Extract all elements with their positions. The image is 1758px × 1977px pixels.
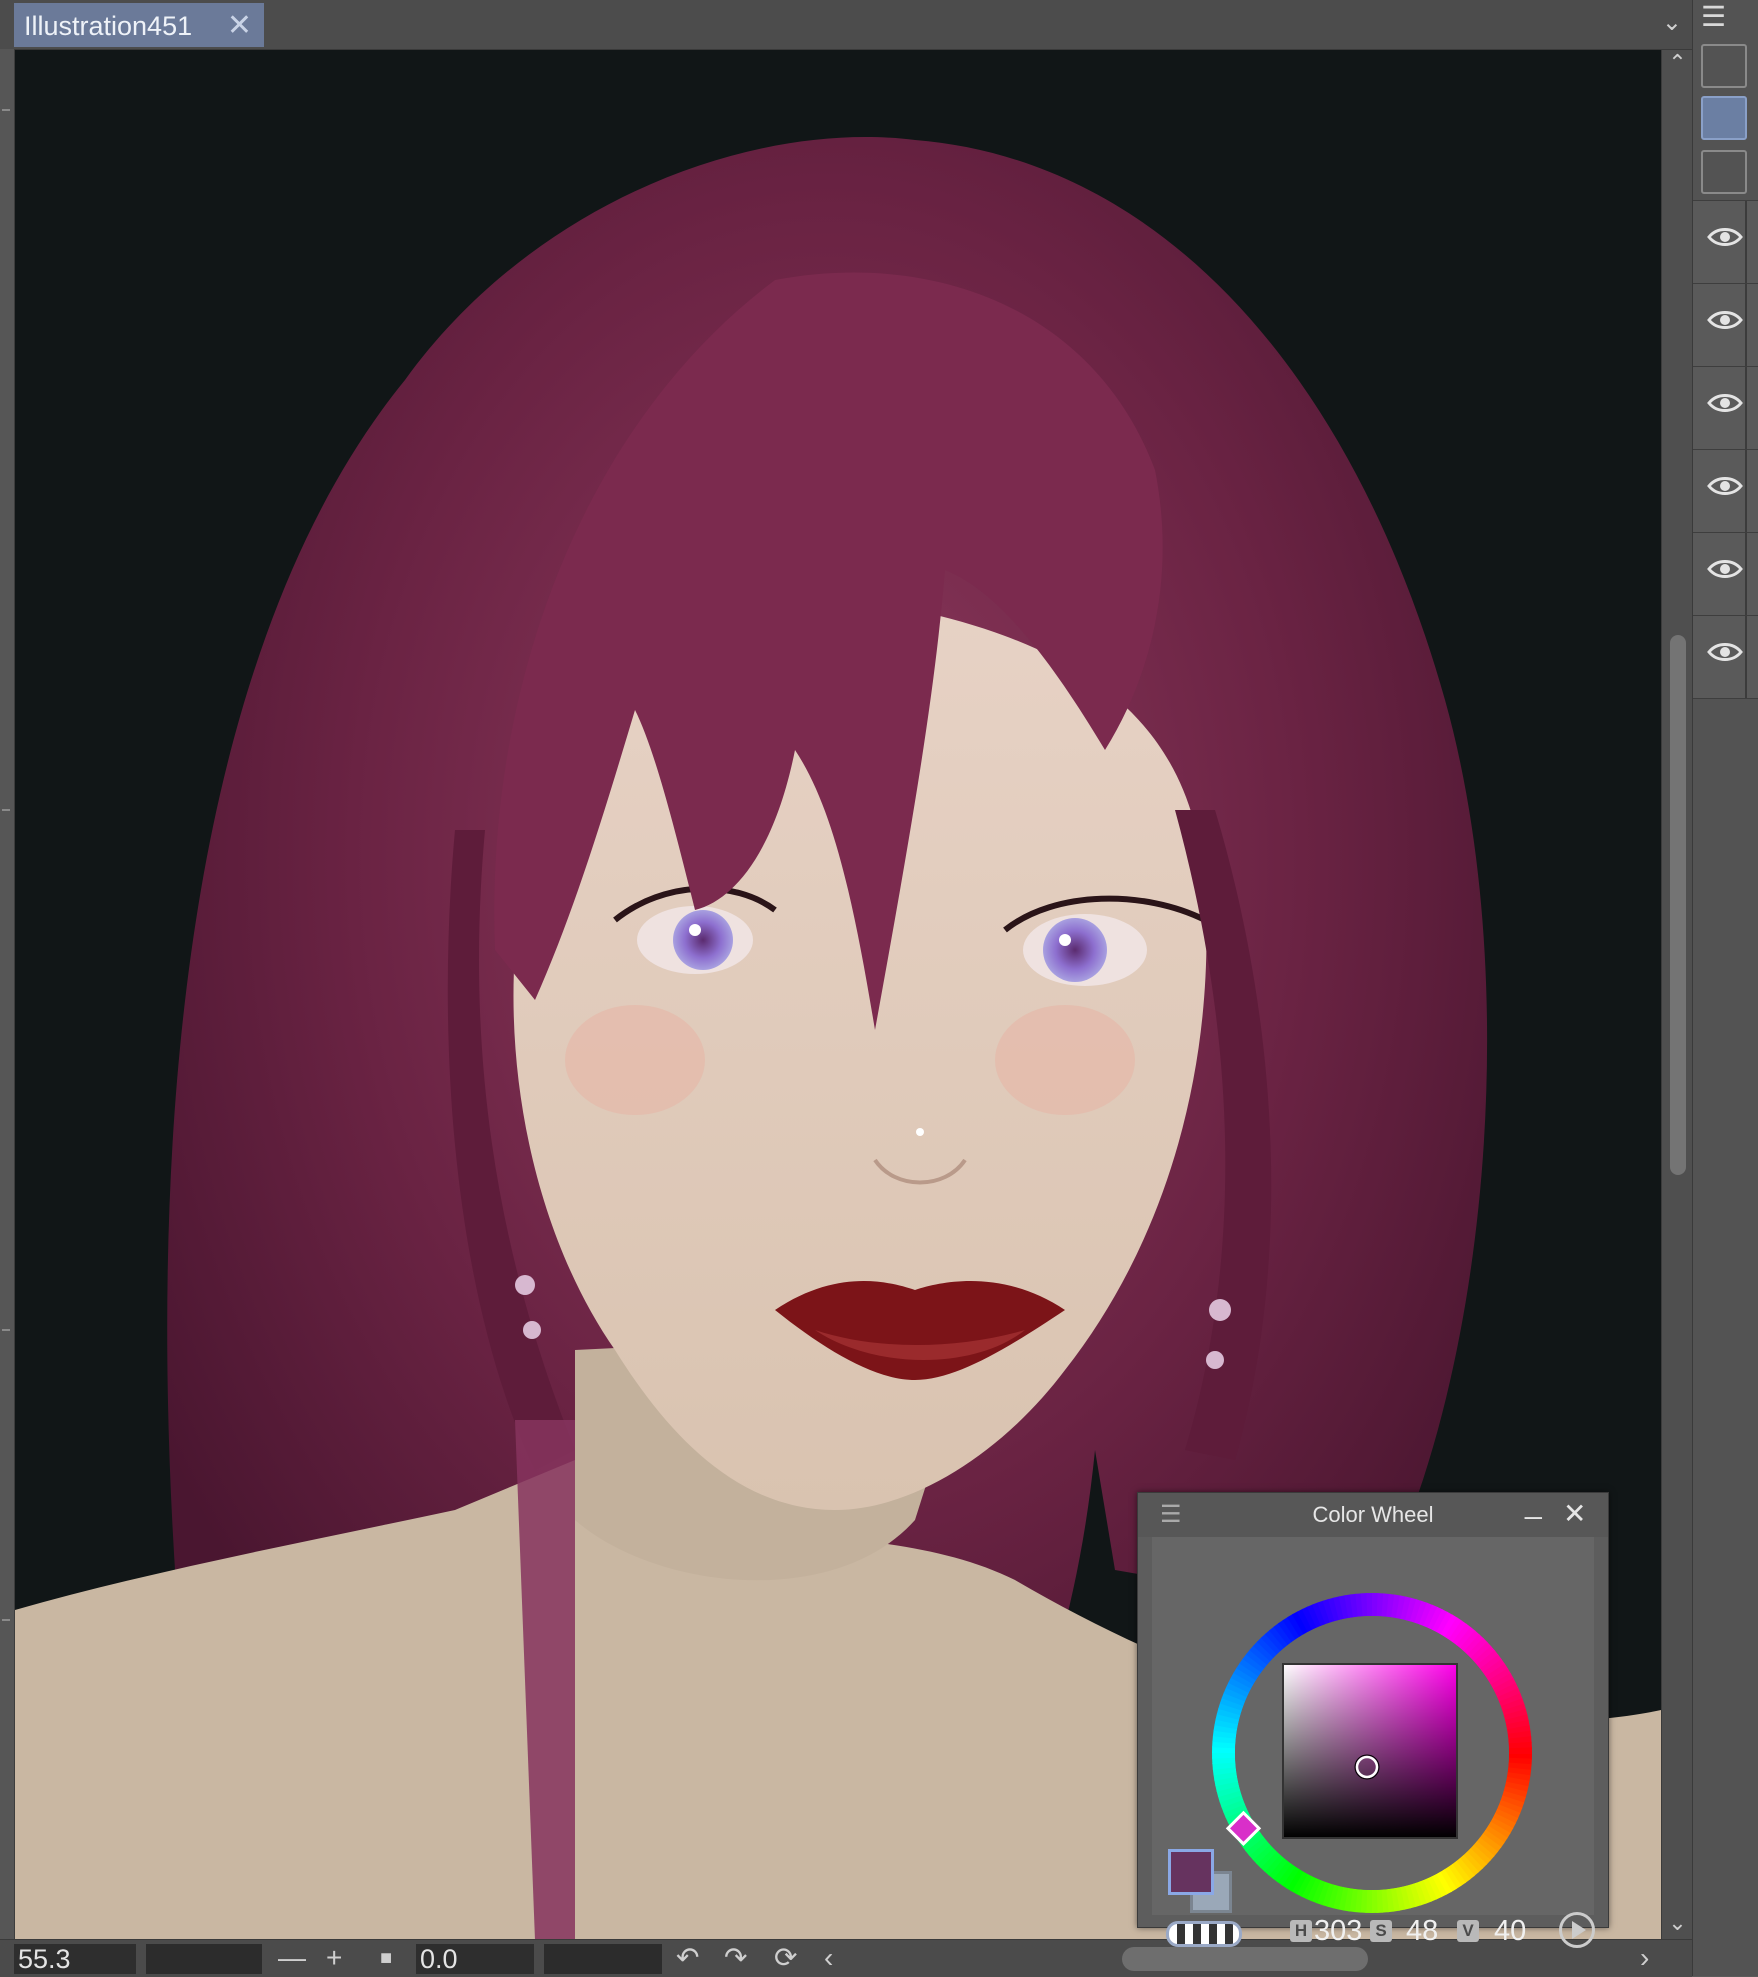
layer-row[interactable] <box>1693 283 1758 367</box>
scroll-right-icon[interactable]: › <box>1640 1941 1649 1975</box>
transparent-color-swatch[interactable] <box>1166 1921 1242 1947</box>
canvas-vertical-scrollbar[interactable]: ⌃ ⌄ <box>1661 50 1693 1940</box>
layer-visibility-eye-icon[interactable] <box>1707 391 1743 415</box>
rotate-right-icon[interactable]: ↷ <box>724 1941 747 1975</box>
panel-collapse-handle[interactable] <box>2 809 10 811</box>
tab-list-dropdown-icon[interactable]: ⌄ <box>1662 8 1682 37</box>
new-vector-layer-icon[interactable] <box>1701 150 1747 194</box>
panel-collapse-handle[interactable] <box>2 1329 10 1331</box>
reset-rotation-icon[interactable]: ⟳ <box>774 1941 797 1975</box>
layer-panel: ☰ <box>1692 0 1758 1976</box>
layer-visibility-eye-icon[interactable] <box>1707 308 1743 332</box>
hue-label: H <box>1290 1920 1312 1942</box>
rotation-angle-field[interactable]: 0.0 <box>416 1944 534 1974</box>
zoom-out-icon[interactable]: — <box>278 1941 306 1975</box>
layer-row[interactable] <box>1693 200 1758 284</box>
saturation-label: S <box>1370 1920 1392 1942</box>
palette-body: H 303 S 48 V 40 <box>1152 1537 1595 1948</box>
fit-to-window-icon[interactable]: ■ <box>380 1941 392 1975</box>
main-color-swatch[interactable] <box>1168 1849 1214 1895</box>
layer-row-divider <box>1745 450 1747 532</box>
close-tab-icon[interactable]: ✕ <box>227 3 252 49</box>
palette-title-bar[interactable]: ☰ Color Wheel _ ✕ <box>1138 1487 1608 1537</box>
scroll-down-icon[interactable]: ⌄ <box>1662 1910 1693 1936</box>
document-tab[interactable]: Illustration451 ✕ <box>14 3 264 47</box>
layer-row[interactable] <box>1693 615 1758 699</box>
layer-row-divider <box>1745 284 1747 366</box>
layer-row-divider <box>1745 533 1747 615</box>
scroll-left-icon[interactable]: ‹ <box>824 1941 833 1975</box>
switch-display-icon[interactable] <box>1559 1912 1595 1948</box>
zoom-level-field[interactable]: 55.3 <box>14 1944 136 1974</box>
document-tab-bar: Illustration451 ✕ ⌄ <box>0 0 1692 50</box>
layer-row[interactable] <box>1693 366 1758 450</box>
layer-row[interactable] <box>1693 449 1758 533</box>
document-tab-title: Illustration451 <box>24 11 193 41</box>
horizontal-scroll-thumb[interactable] <box>1122 1947 1368 1971</box>
panel-collapse-handle[interactable] <box>2 109 10 111</box>
minimize-icon[interactable]: _ <box>1525 1487 1542 1521</box>
hue-ring-and-sv-square[interactable] <box>1202 1583 1542 1923</box>
layer-row[interactable] <box>1693 532 1758 616</box>
close-palette-icon[interactable]: ✕ <box>1563 1497 1586 1530</box>
layer-row-divider <box>1745 201 1747 283</box>
layer-mask-icon[interactable] <box>1701 96 1747 140</box>
value-value[interactable]: 40 <box>1494 1915 1526 1948</box>
layer-visibility-eye-icon[interactable] <box>1707 225 1743 249</box>
panel-menu-icon[interactable]: ☰ <box>1701 0 1726 33</box>
vertical-scroll-thumb[interactable] <box>1670 635 1686 1175</box>
new-raster-layer-icon[interactable] <box>1701 44 1747 88</box>
rotation-slider[interactable] <box>544 1944 662 1974</box>
zoom-in-icon[interactable]: + <box>326 1941 342 1975</box>
layer-row-divider <box>1745 367 1747 449</box>
left-panel-edge[interactable] <box>0 49 15 1939</box>
color-wheel-palette: ☰ Color Wheel _ ✕ H 303 S 48 V 40 <box>1137 1487 1609 1948</box>
rotate-left-icon[interactable]: ↶ <box>676 1941 699 1975</box>
layer-row-divider <box>1745 616 1747 698</box>
hue-value[interactable]: 303 <box>1314 1915 1362 1948</box>
scroll-up-icon[interactable]: ⌃ <box>1662 50 1693 76</box>
hue-ring-segment[interactable] <box>1508 1747 1532 1755</box>
layer-visibility-eye-icon[interactable] <box>1707 474 1743 498</box>
value-label: V <box>1457 1920 1479 1942</box>
zoom-slider[interactable] <box>146 1944 262 1974</box>
panel-collapse-handle[interactable] <box>2 1619 10 1621</box>
layer-visibility-eye-icon[interactable] <box>1707 557 1743 581</box>
saturation-value[interactable]: 48 <box>1406 1915 1438 1948</box>
layer-visibility-eye-icon[interactable] <box>1707 640 1743 664</box>
